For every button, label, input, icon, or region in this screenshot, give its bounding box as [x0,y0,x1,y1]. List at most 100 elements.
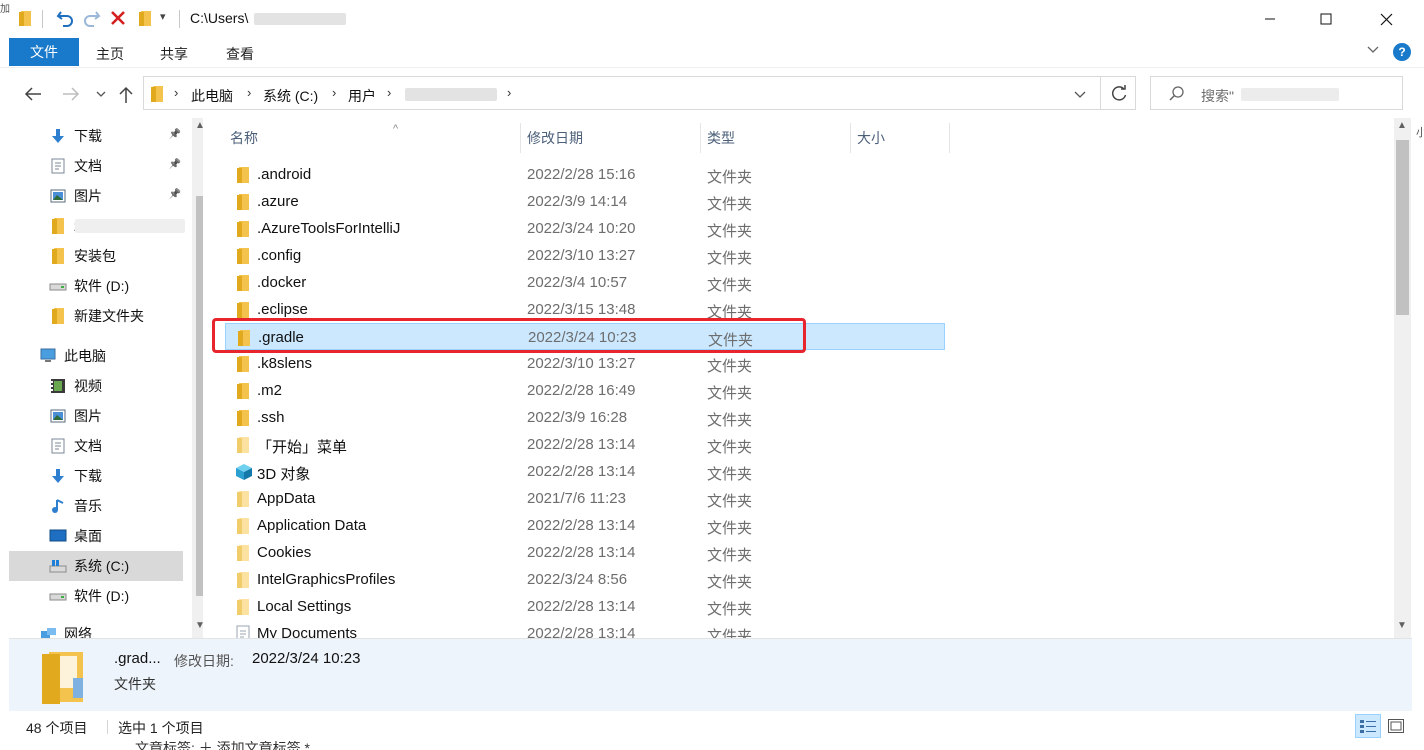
recent-locations-icon[interactable] [95,90,107,100]
file-list-scrollbar[interactable]: ▲ ▼ [1394,118,1411,638]
file-row[interactable]: .eclipse 2022/3/15 13:48 文件夹 [225,296,945,323]
column-divider[interactable] [850,123,851,153]
folder-icon [235,247,251,268]
redacted-username [254,13,346,25]
column-divider[interactable] [949,123,950,153]
sidebar-item[interactable]: 软件 (D:) [9,271,183,301]
scroll-up-icon[interactable]: ▲ [1397,120,1407,131]
file-row[interactable]: 「开始」菜单 2022/2/28 13:14 文件夹 [225,431,945,458]
chevron-right-icon[interactable]: › [174,85,178,100]
close-button[interactable] [1356,0,1416,38]
tab-share[interactable]: 共享 [160,44,188,64]
minimize-button[interactable] [1240,0,1300,38]
sidebar-item[interactable]: 音乐 [9,491,183,521]
breadcrumb-users[interactable]: 用户 [348,86,376,106]
file-row[interactable]: Local Settings 2022/2/28 13:14 文件夹 [225,593,945,620]
breadcrumb-system-c[interactable]: 系统 (C:) [263,86,318,106]
file-type: 文件夹 [707,628,753,638]
sidebar-item[interactable]: 桌面 [9,521,183,551]
file-row[interactable]: .ssh 2022/3/9 16:28 文件夹 [225,404,945,431]
forward-icon[interactable] [62,87,80,101]
file-date: 2022/3/10 13:27 [527,355,636,372]
document-icon [49,158,67,174]
folder-icon [235,355,251,376]
sidebar-item[interactable]: 图片 📌 [9,181,183,211]
scroll-down-icon[interactable]: ▼ [195,620,203,631]
delete-icon[interactable] [110,9,126,27]
column-divider[interactable] [520,123,521,153]
nav-scrollbar[interactable]: ▲ ▼ [192,118,203,638]
up-icon[interactable] [119,86,133,104]
file-row[interactable]: .config 2022/3/10 13:27 文件夹 [225,242,945,269]
file-date: 2021/7/6 11:23 [527,490,626,507]
sidebar-item[interactable]: 图片 [9,401,183,431]
scroll-up-icon[interactable]: ▲ [195,120,203,131]
sidebar-item[interactable]: 文档 [9,431,183,461]
breadcrumb-this-pc[interactable]: 此电脑 [191,86,233,106]
sidebar-item[interactable]: 下载 📌 [9,121,183,151]
search-box[interactable]: 搜索" [1150,76,1403,110]
chevron-right-icon[interactable]: › [332,85,336,100]
sidebar-item[interactable]: 安装包 [9,241,183,271]
chevron-right-icon[interactable]: › [507,85,511,100]
file-type: 文件夹 [707,520,753,537]
file-row[interactable]: .k8slens 2022/3/10 13:27 文件夹 [225,350,945,377]
expand-ribbon-icon[interactable] [1366,43,1380,57]
sidebar-item[interactable]: 文档 📌 [9,151,183,181]
maximize-button[interactable] [1296,0,1356,38]
refresh-icon[interactable] [1110,85,1128,103]
sidebar-item[interactable]: 此电脑 [9,341,183,371]
sidebar-item[interactable]: 视频 [9,371,183,401]
file-row[interactable]: My Documents 2022/2/28 13:14 文件夹 [225,620,945,638]
file-row[interactable]: .gradle 2022/3/24 10:23 文件夹 [225,323,945,350]
sidebar-item-label: 新建文件夹 [74,308,144,324]
details-view-button[interactable] [1355,714,1381,738]
tab-view[interactable]: 查看 [226,44,254,64]
file-row[interactable]: Cookies 2022/2/28 13:14 文件夹 [225,539,945,566]
column-header-size[interactable]: 大小 [857,123,947,153]
pictures-icon [49,188,67,204]
customize-qat-icon[interactable]: ▾ [160,10,166,23]
sidebar-item-label: 此电脑 [64,348,106,364]
column-header-name[interactable]: ^ 名称 [230,123,520,153]
file-row[interactable]: 3D 对象 2022/2/28 13:14 文件夹 [225,458,945,485]
sidebar-item[interactable]: 网络 [9,619,183,638]
column-divider[interactable] [700,123,701,153]
file-row[interactable]: .m2 2022/2/28 16:49 文件夹 [225,377,945,404]
column-header-type[interactable]: 类型 [707,123,847,153]
pin-icon: 📌 [168,159,181,170]
file-name: AppData [257,490,316,507]
address-dropdown-icon[interactable] [1073,90,1087,100]
sidebar-item[interactable]: 新建文件夹 [9,301,183,331]
file-row[interactable]: .azure 2022/3/9 14:14 文件夹 [225,188,945,215]
file-list-scroll-thumb[interactable] [1396,140,1409,315]
title-bar: 加 ▾ C:\Users\ [0,0,1424,38]
help-button[interactable]: ? [1393,43,1411,61]
file-date: 2022/2/28 13:14 [527,625,636,638]
redo-icon[interactable] [83,9,101,27]
chevron-right-icon[interactable]: › [247,85,251,100]
file-row[interactable]: .AzureToolsForIntelliJ 2022/3/24 10:20 文件夹 [225,215,945,242]
chevron-right-icon[interactable]: › [387,85,391,100]
address-bar[interactable]: › 此电脑 › 系统 (C:) › 用户 › › [143,76,1136,110]
nav-scroll-thumb[interactable] [196,196,203,596]
new-folder-icon[interactable] [138,9,154,27]
back-icon[interactable] [24,87,42,101]
column-header-date[interactable]: 修改日期 [527,123,697,153]
file-row[interactable]: .docker 2022/3/4 10:57 文件夹 [225,269,945,296]
tab-home[interactable]: 主页 [96,44,124,64]
file-row[interactable]: .android 2022/2/28 15:16 文件夹 [225,161,945,188]
undo-icon[interactable] [56,9,74,27]
file-row[interactable]: IntelGraphicsProfiles 2022/3/24 8:56 文件夹 [225,566,945,593]
sidebar-item[interactable]: 软件 (D:) [9,581,183,611]
file-row[interactable]: Application Data 2022/2/28 13:14 文件夹 [225,512,945,539]
close-icon [1380,13,1392,25]
sidebar-item[interactable]: 下载 [9,461,183,491]
file-type: 文件夹 [707,250,753,267]
tab-file[interactable]: 文件 [9,38,79,66]
large-icons-view-button[interactable] [1383,714,1409,738]
scroll-down-icon[interactable]: ▼ [1397,620,1407,631]
file-date: 2022/3/24 10:20 [527,220,636,237]
file-row[interactable]: AppData 2021/7/6 11:23 文件夹 [225,485,945,512]
sidebar-item[interactable]: 系统 (C:) [9,551,183,581]
